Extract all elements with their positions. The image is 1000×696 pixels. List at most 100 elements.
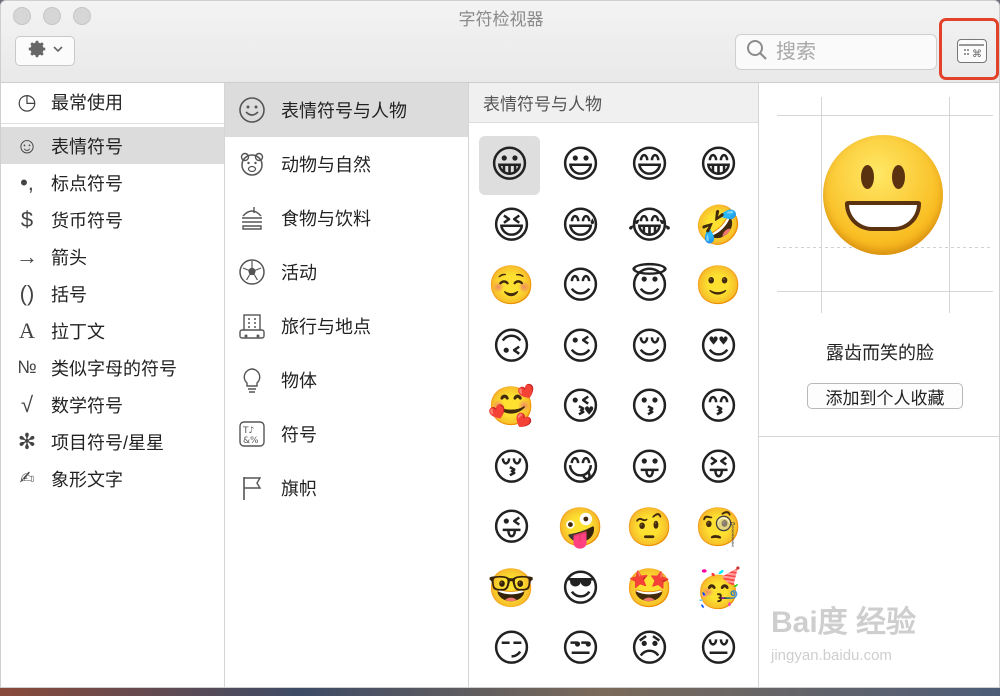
search-icon xyxy=(746,39,768,66)
emoji-cell[interactable]: 🙂 xyxy=(684,256,753,317)
sidebar-item-label: 最常使用 xyxy=(51,92,123,113)
parentheses-icon: () xyxy=(19,280,35,306)
sqrt-icon: √ xyxy=(20,391,34,417)
baidu-watermark: Bai度 经验 jingyan.baidu.com xyxy=(771,597,991,687)
emoji-cell[interactable]: 🥳 xyxy=(684,559,753,620)
latin-a-icon: A xyxy=(19,317,35,343)
sidebar-item-label: 货币符号 xyxy=(51,210,123,231)
numero-icon: № xyxy=(17,357,37,377)
emoji-cell[interactable]: 😋 xyxy=(546,438,615,499)
svg-text:⌘: ⌘ xyxy=(972,49,982,60)
sidebar-item-math[interactable]: √ 数学符号 xyxy=(1,386,224,423)
emoji-cell[interactable]: 😛 xyxy=(615,438,684,499)
emoji-cell[interactable]: 😄 xyxy=(615,135,684,196)
emoji-cell[interactable]: 😜 xyxy=(477,498,546,559)
sidebar-item-latin[interactable]: A 拉丁文 xyxy=(1,312,224,349)
flag-icon xyxy=(237,473,267,503)
emoji-cell[interactable]: 🥰 xyxy=(477,377,546,438)
emoji-cell[interactable]: 😏 xyxy=(477,619,546,680)
grinning-face-preview xyxy=(823,135,943,255)
preview-guide-line xyxy=(949,97,950,313)
toolbar: 字符检视器 ⌘ xyxy=(1,1,999,83)
category-list: 表情符号与人物 动物与自然 食物与饮料 活动 旅行与地点 物体 T♪ &% 符号… xyxy=(225,83,469,687)
building-icon xyxy=(237,311,267,341)
emoji-section-header: 表情符号与人物 xyxy=(469,83,758,123)
search-input[interactable] xyxy=(776,40,926,64)
emoji-cell[interactable]: 😙 xyxy=(684,377,753,438)
bear-icon xyxy=(237,149,267,179)
character-viewer-window: 字符检视器 ⌘ ◷ xyxy=(0,0,1000,688)
sidebar-item-emoji[interactable]: ☺ 表情符号 xyxy=(1,127,224,164)
sidebar-item-label: 标点符号 xyxy=(51,173,123,194)
category-travel-places[interactable]: 旅行与地点 xyxy=(225,299,468,353)
soccer-ball-icon xyxy=(237,257,267,287)
category-label: 表情符号与人物 xyxy=(281,101,407,121)
emoji-cell[interactable]: 🧐 xyxy=(684,498,753,559)
search-field[interactable] xyxy=(735,34,937,70)
category-flags[interactable]: 旗帜 xyxy=(225,461,468,515)
sidebar-item-bullets-stars[interactable]: ✻ 项目符号/星星 xyxy=(1,423,224,460)
category-label: 旅行与地点 xyxy=(281,317,371,337)
emoji-cell[interactable]: 😞 xyxy=(615,619,684,680)
emoji-cell[interactable]: 🤩 xyxy=(615,559,684,620)
category-label: 旗帜 xyxy=(281,479,317,499)
emoji-cell[interactable]: 😝 xyxy=(684,438,753,499)
emoji-cell[interactable]: 😅 xyxy=(546,196,615,257)
sidebar-item-label: 箭头 xyxy=(51,247,87,268)
emoji-cell[interactable]: 😒 xyxy=(546,619,615,680)
sidebar-item-punctuation[interactable]: •, 标点符号 xyxy=(1,164,224,201)
emoji-cell[interactable]: ☺️ xyxy=(477,256,546,317)
emoji-cell[interactable]: 😁 xyxy=(684,135,753,196)
sidebar-item-currency[interactable]: $ 货币符号 xyxy=(1,201,224,238)
emoji-cell[interactable]: 🙃 xyxy=(477,317,546,378)
emoji-cell[interactable]: 🤓 xyxy=(477,559,546,620)
smiley-icon: ☺ xyxy=(15,132,39,158)
add-to-favorites-button[interactable]: 添加到个人收藏 xyxy=(807,383,963,409)
emoji-cell[interactable]: 😇 xyxy=(615,256,684,317)
emoji-cell[interactable]: 😘 xyxy=(546,377,615,438)
emoji-cell[interactable]: 😉 xyxy=(546,317,615,378)
sidebar-item-label: 象形文字 xyxy=(51,469,123,490)
svg-text:&%: &% xyxy=(243,436,259,446)
emoji-cell[interactable]: 😆 xyxy=(477,196,546,257)
sidebar-item-arrows[interactable]: → 箭头 xyxy=(1,238,224,275)
preview-guide-line xyxy=(777,291,993,292)
emoji-cell[interactable]: 😔 xyxy=(684,619,753,680)
category-animals-nature[interactable]: 动物与自然 xyxy=(225,137,468,191)
category-objects[interactable]: 物体 xyxy=(225,353,468,407)
sidebar-item-brackets[interactable]: () 括号 xyxy=(1,275,224,312)
emoji-cell[interactable]: 😍 xyxy=(684,317,753,378)
emoji-cell[interactable]: 😃 xyxy=(546,135,615,196)
emoji-cell[interactable]: 😎 xyxy=(546,559,615,620)
preview-guide-line xyxy=(777,115,993,116)
character-viewer-icon[interactable]: ⌘ xyxy=(957,39,987,63)
emoji-panel: 表情符号与人物 😀 😃 😄 😁 😆 😅 😂 🤣 ☺️ 😊 😇 🙂 🙃 😉 😌 😍 🥰 😘 😗 😙 😚 😋 😛 😝 😜 🤪 🤨 🧐 🤓 😎 🤩… xyxy=(469,83,759,687)
category-food-drink[interactable]: 食物与饮料 xyxy=(225,191,468,245)
category-label: 食物与饮料 xyxy=(281,209,371,229)
sidebar-item-label: 括号 xyxy=(51,284,87,305)
category-label: 动物与自然 xyxy=(281,155,371,175)
dollar-icon: $ xyxy=(20,206,34,232)
sidebar-item-label: 类似字母的符号 xyxy=(51,358,177,379)
sidebar-item-pictographs[interactable]: ✍ 象形文字 xyxy=(1,460,224,497)
emoji-cell[interactable]: 🤣 xyxy=(684,196,753,257)
punctuation-icon: •, xyxy=(20,169,34,195)
character-name: 露齿而笑的脸 xyxy=(826,343,934,363)
lightbulb-icon xyxy=(237,365,267,395)
emoji-cell[interactable]: 😌 xyxy=(615,317,684,378)
emoji-cell[interactable]: 🤪 xyxy=(546,498,615,559)
emoji-cell[interactable]: 😀 xyxy=(479,136,540,195)
emoji-cell[interactable]: 😂 xyxy=(615,196,684,257)
sidebar-item-frequently-used[interactable]: ◷ 最常使用 xyxy=(1,83,224,120)
sidebar-item-letterlike[interactable]: № 类似字母的符号 xyxy=(1,349,224,386)
emoji-cell[interactable]: 😚 xyxy=(477,438,546,499)
category-symbols[interactable]: T♪ &% 符号 xyxy=(225,407,468,461)
category-label: 符号 xyxy=(281,425,317,445)
emoji-cell[interactable]: 😊 xyxy=(546,256,615,317)
emoji-cell[interactable]: 😗 xyxy=(615,377,684,438)
emoji-cell[interactable]: 🤨 xyxy=(615,498,684,559)
action-menu-button[interactable] xyxy=(15,36,75,66)
category-smileys-people[interactable]: 表情符号与人物 xyxy=(225,83,468,137)
category-activity[interactable]: 活动 xyxy=(225,245,468,299)
sidebar-item-label: 表情符号 xyxy=(51,136,123,157)
